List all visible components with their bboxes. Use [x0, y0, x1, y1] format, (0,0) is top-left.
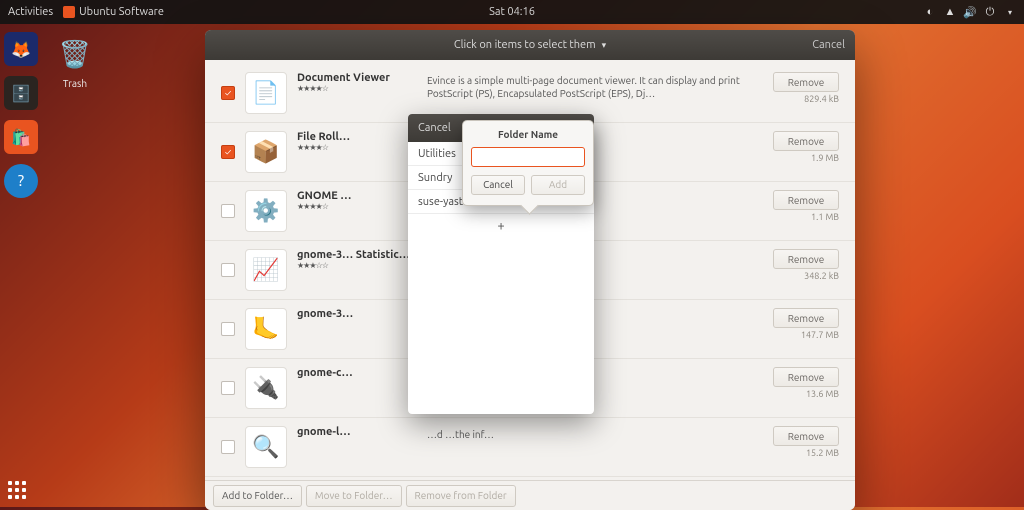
activities-button[interactable]: Activities — [8, 6, 53, 18]
remove-button[interactable]: Remove — [773, 426, 839, 446]
app-name: gnome-c… — [297, 367, 417, 379]
app-size: 147.7 MB — [801, 330, 839, 340]
app-size: 829.4 kB — [804, 94, 839, 104]
top-bar: Activities Ubuntu Software Sat 04:16 ◐ ▲… — [0, 0, 1024, 24]
folder-name-popover: Folder Name Cancel Add — [462, 120, 594, 206]
volume-icon[interactable]: 🔊 — [964, 6, 976, 18]
app-name: gnome-3… Statistic… — [297, 249, 417, 261]
remove-button[interactable]: Remove — [773, 72, 839, 92]
chevron-down-icon[interactable]: ▾ — [1004, 6, 1016, 18]
launcher-help[interactable]: ? — [4, 164, 38, 198]
app-checkbox[interactable] — [221, 440, 235, 454]
app-rating: ★★★★☆ — [297, 84, 417, 93]
clock[interactable]: Sat 04:16 — [489, 6, 535, 18]
remove-from-folder-button[interactable]: Remove from Folder — [406, 485, 516, 507]
power-icon[interactable]: ⏻ — [984, 6, 996, 18]
folder-name-input[interactable] — [471, 147, 585, 167]
remove-button[interactable]: Remove — [773, 190, 839, 210]
popover-cancel-button[interactable]: Cancel — [471, 175, 525, 195]
popover-title: Folder Name — [471, 129, 585, 140]
app-icon: 🦶 — [245, 308, 287, 350]
app-size: 1.1 MB — [811, 212, 839, 222]
network-icon[interactable]: ▲ — [944, 6, 956, 18]
app-size: 348.2 kB — [804, 271, 839, 281]
remove-button[interactable]: Remove — [773, 308, 839, 328]
app-menu-label: Ubuntu Software — [79, 6, 164, 18]
app-name: Document Viewer — [297, 72, 417, 84]
software-footer: Add to Folder… Move to Folder… Remove fr… — [205, 480, 855, 510]
ubuntu-software-icon — [63, 6, 75, 18]
app-rating: ★★★★☆ — [297, 143, 417, 152]
app-checkbox[interactable] — [221, 204, 235, 218]
app-icon: 📄 — [245, 72, 287, 114]
app-icon: 📦 — [245, 131, 287, 173]
chevron-down-icon[interactable]: ▾ — [602, 40, 607, 51]
app-name: GNOME … — [297, 190, 417, 202]
app-icon: ⚙️ — [245, 190, 287, 232]
trash-icon: 🗑️ — [53, 32, 97, 76]
folder-picker-cancel[interactable]: Cancel — [418, 122, 451, 134]
app-name: File Roll… — [297, 131, 417, 143]
launcher: 🦊 🗄️ 🛍️ ? — [0, 24, 42, 507]
app-checkbox[interactable] — [221, 322, 235, 336]
app-checkbox[interactable] — [221, 263, 235, 277]
night-icon[interactable]: ◐ — [924, 6, 936, 18]
app-icon: 📈 — [245, 249, 287, 291]
app-name: gnome-3… — [297, 308, 417, 320]
popover-add-button[interactable]: Add — [531, 175, 585, 195]
app-size: 1.9 MB — [811, 153, 839, 163]
app-checkbox[interactable]: ✓ — [221, 86, 235, 100]
app-name: gnome-l… — [297, 426, 417, 438]
header-cancel-button[interactable]: Cancel — [812, 39, 845, 51]
software-header: Click on items to select them ▾ Cancel — [205, 30, 855, 60]
launcher-files[interactable]: 🗄️ — [4, 76, 38, 110]
app-description: …d …the inf… — [427, 426, 759, 441]
app-checkbox[interactable] — [221, 381, 235, 395]
show-applications-button[interactable] — [8, 481, 26, 499]
app-menu[interactable]: Ubuntu Software — [63, 6, 164, 18]
app-icon: 🔍 — [245, 426, 287, 468]
desktop-trash[interactable]: 🗑️ Trash — [45, 32, 105, 89]
app-rating: ★★★★☆ — [297, 202, 417, 211]
app-row[interactable]: 🔍 gnome-l… …d …the inf… Remove 15.2 MB — [205, 418, 855, 477]
remove-button[interactable]: Remove — [773, 249, 839, 269]
launcher-firefox[interactable]: 🦊 — [4, 32, 38, 66]
add-to-folder-button[interactable]: Add to Folder… — [213, 485, 302, 507]
header-title: Click on items to select them — [454, 39, 596, 51]
app-size: 15.2 MB — [806, 448, 839, 458]
app-size: 13.6 MB — [806, 389, 839, 399]
app-icon: 🔌 — [245, 367, 287, 409]
app-rating: ★★★☆☆ — [297, 261, 417, 270]
app-description: Evince is a simple multi-page document v… — [427, 72, 759, 100]
remove-button[interactable]: Remove — [773, 131, 839, 151]
app-checkbox[interactable]: ✓ — [221, 145, 235, 159]
launcher-software[interactable]: 🛍️ — [4, 120, 38, 154]
add-folder-button[interactable]: + — [408, 214, 594, 238]
move-to-folder-button[interactable]: Move to Folder… — [306, 485, 402, 507]
trash-label: Trash — [45, 78, 105, 89]
remove-button[interactable]: Remove — [773, 367, 839, 387]
